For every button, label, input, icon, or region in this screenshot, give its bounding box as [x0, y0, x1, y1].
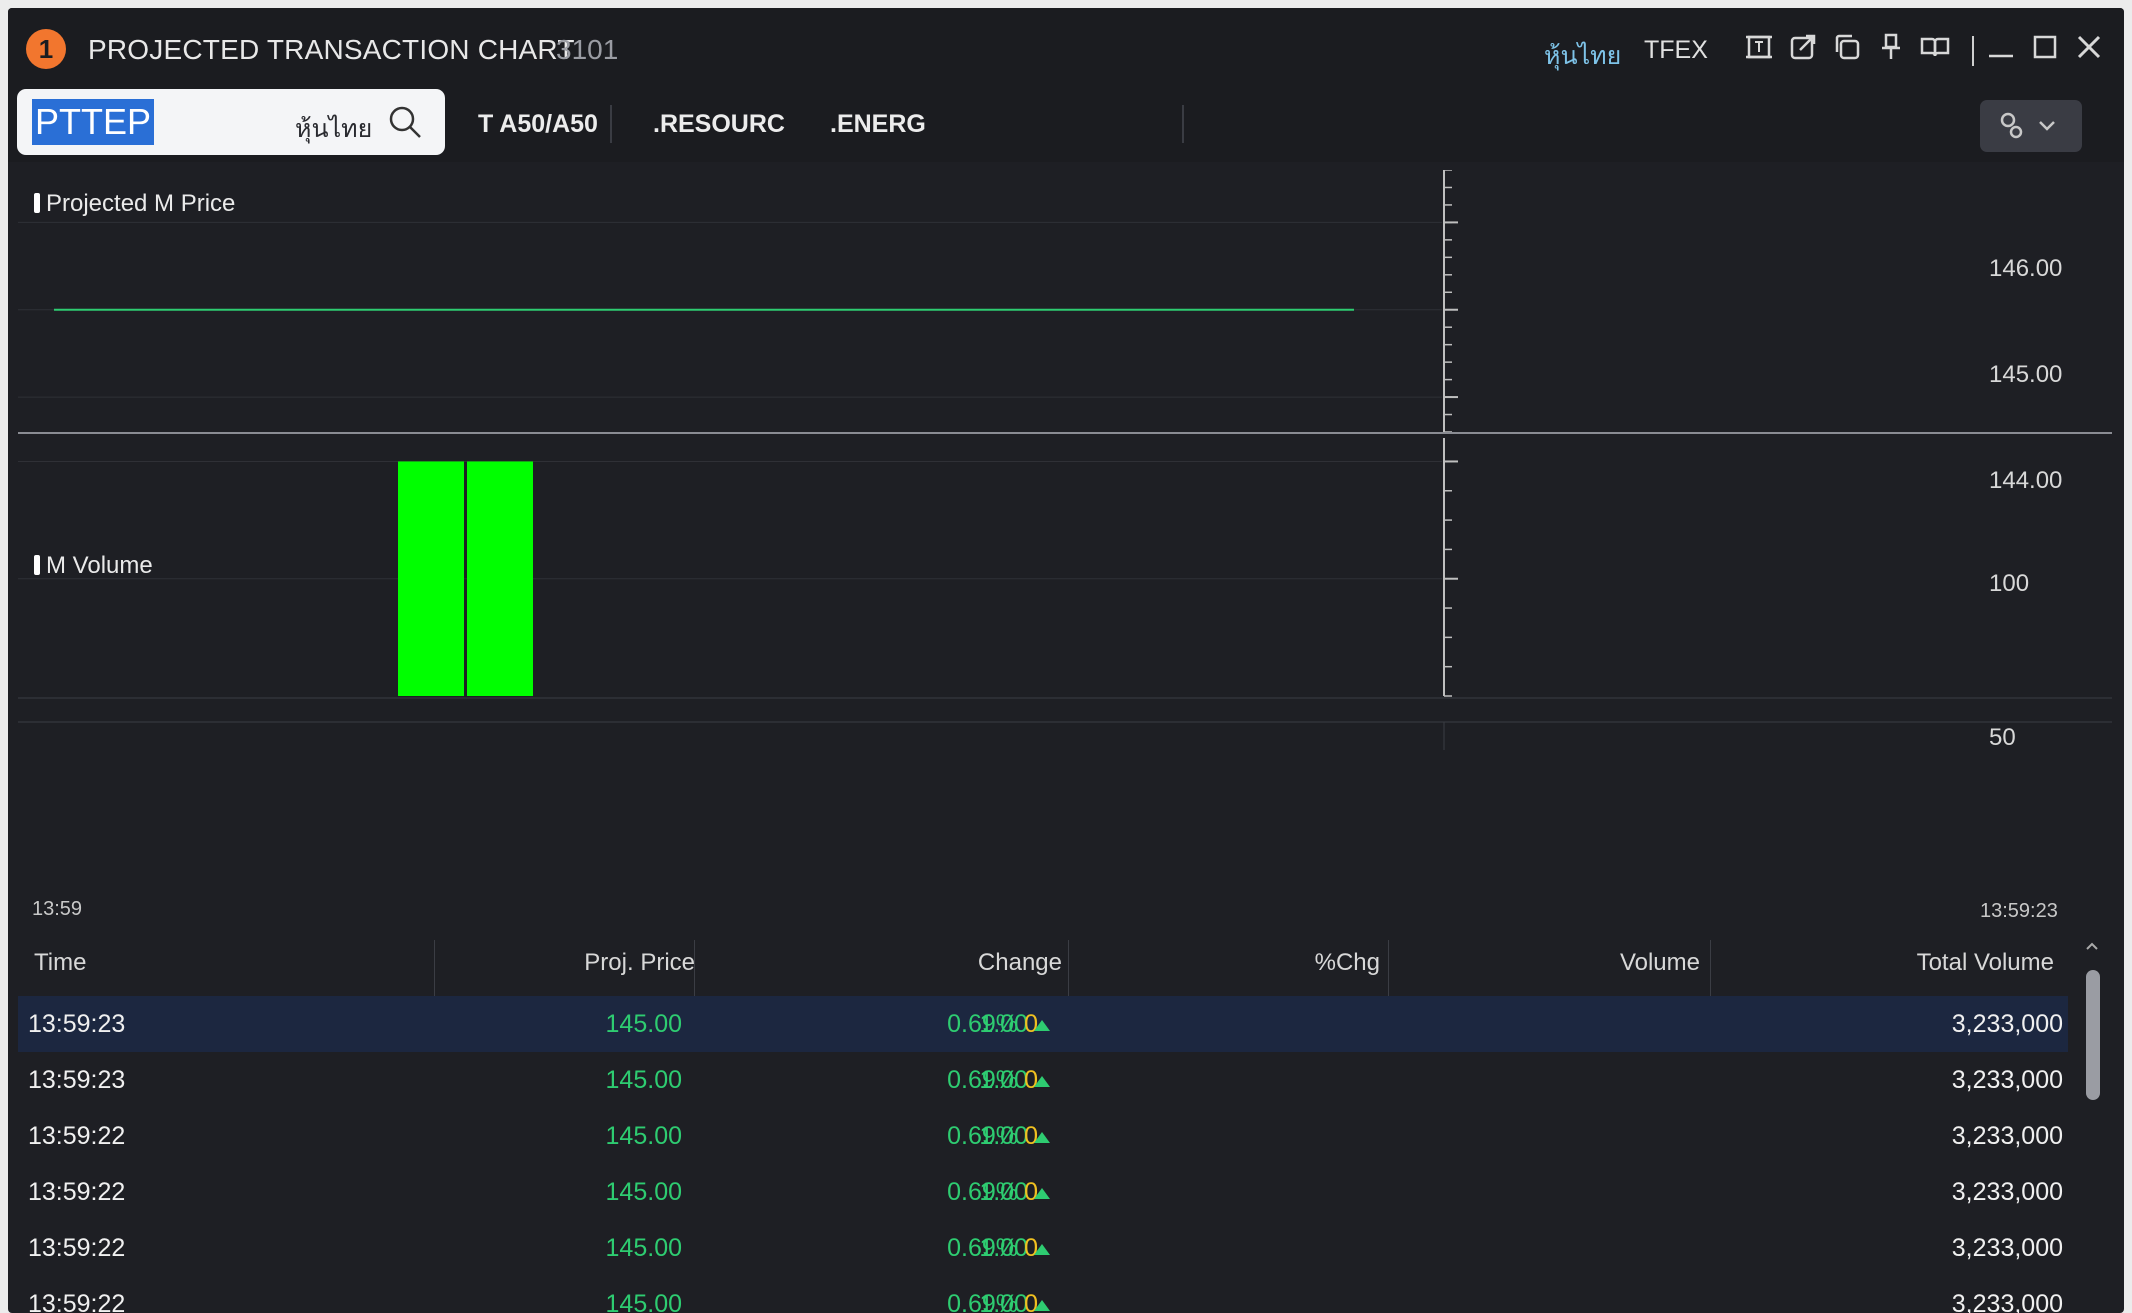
layout-icon[interactable] — [1742, 30, 1776, 64]
maximize-icon[interactable] — [2028, 30, 2062, 64]
table-row[interactable]: 13:59:23 145.00 1.00 0.69% 0 3,233,000 — [18, 996, 2068, 1052]
header-separator — [1388, 940, 1389, 996]
cell-total-volume: 3,233,000 — [1951, 1122, 2063, 1150]
cell-pchg: 0.69% — [947, 1234, 1018, 1262]
table-row[interactable]: 13:59:22 145.00 1.00 0.69% 0 3,233,000 — [18, 1108, 2068, 1164]
cell-total-volume: 3,233,000 — [1951, 1234, 2063, 1262]
cell-pchg: 0.69% — [947, 1010, 1018, 1038]
table-scrollbar[interactable] — [2078, 930, 2106, 1313]
projected-transaction-chart-window: 1 PROJECTED TRANSACTION CHART 3101 หุ้นไ… — [8, 8, 2124, 1313]
close-icon[interactable] — [2072, 30, 2106, 64]
cell-pchg: 0.69% — [947, 1178, 1018, 1206]
window-number-badge: 1 — [26, 29, 66, 69]
up-arrow-icon — [1034, 1020, 1050, 1031]
up-arrow-icon — [1034, 1188, 1050, 1199]
header-separator — [694, 940, 695, 996]
search-toolbar: PTTEP หุ้นไทย T A50/A50 .RESOURC .ENERG — [8, 80, 2124, 162]
x-axis-end-label: 13:59:23 — [1980, 900, 2058, 922]
cell-time: 13:59:22 — [28, 1290, 126, 1313]
window-code: 3101 — [556, 34, 619, 65]
header-pchg[interactable]: %Chg — [1315, 930, 1380, 996]
cell-proj-price: 145.00 — [605, 1010, 682, 1038]
book-icon[interactable] — [1918, 30, 1952, 64]
title-separator — [1972, 36, 1974, 66]
market-thai-stock-tab[interactable]: หุ้นไทย — [1544, 36, 1621, 76]
cell-pchg: 0.69% — [947, 1066, 1018, 1094]
volume-bar — [398, 461, 464, 696]
cell-total-volume: 3,233,000 — [1951, 1178, 2063, 1206]
header-change[interactable]: Change — [978, 930, 1062, 996]
header-volume[interactable]: Volume — [1620, 930, 1700, 996]
table-row[interactable]: 13:59:23 145.00 1.00 0.69% 0 3,233,000 — [18, 1052, 2068, 1108]
up-arrow-icon — [1034, 1132, 1050, 1143]
cell-time: 13:59:23 — [28, 1066, 126, 1094]
cell-pchg: 0.69% — [947, 1290, 1018, 1313]
cell-proj-price: 145.00 — [605, 1234, 682, 1262]
volume-panel-label: M Volume — [34, 552, 153, 580]
minimize-icon[interactable] — [1984, 30, 2018, 64]
title-bar: 1 PROJECTED TRANSACTION CHART 3101 หุ้นไ… — [8, 8, 2124, 80]
cell-proj-price: 145.00 — [605, 1290, 682, 1313]
cell-time: 13:59:22 — [28, 1122, 126, 1150]
scrollbar-thumb[interactable] — [2086, 970, 2100, 1100]
settings-icon — [2000, 112, 2055, 139]
header-separator — [1710, 940, 1711, 996]
volume-tick-label: 100 — [1989, 570, 2030, 597]
quick-link-a50[interactable]: T A50/A50 — [478, 110, 598, 139]
cell-proj-price: 145.00 — [605, 1178, 682, 1206]
charts-svg — [18, 170, 2112, 750]
toolbar-separator — [1182, 105, 1184, 143]
up-arrow-icon — [1034, 1244, 1050, 1255]
table-header: Time Proj. Price Change %Chg Volume Tota… — [18, 930, 2068, 996]
quick-link-separator — [610, 105, 612, 143]
header-time[interactable]: Time — [34, 930, 86, 996]
volume-bar — [467, 461, 533, 696]
search-icon[interactable] — [387, 104, 423, 140]
header-total-volume[interactable]: Total Volume — [1917, 930, 2054, 996]
quick-link-resourc[interactable]: .RESOURC — [653, 110, 785, 139]
cell-total-volume: 3,233,000 — [1951, 1066, 2063, 1094]
header-proj-price[interactable]: Proj. Price — [584, 930, 695, 996]
cell-time: 13:59:22 — [28, 1234, 126, 1262]
x-axis-start-label: 13:59 — [32, 898, 83, 920]
volume-tick-label: 50 — [1989, 724, 2016, 751]
quick-link-energ[interactable]: .ENERG — [830, 110, 926, 139]
search-market-label[interactable]: หุ้นไทย — [295, 109, 372, 149]
up-arrow-icon — [1034, 1300, 1050, 1311]
pin-icon[interactable] — [1874, 30, 1908, 64]
scroll-up-icon[interactable] — [2084, 938, 2100, 954]
popout-icon[interactable] — [1786, 30, 1820, 64]
cell-total-volume: 3,233,000 — [1951, 1290, 2063, 1313]
price-tick-label: 144.00 — [1989, 467, 2063, 494]
settings-dropdown-button[interactable] — [1980, 100, 2082, 152]
price-panel-title: Projected M Price — [46, 190, 236, 217]
symbol-input[interactable]: PTTEP — [32, 99, 155, 145]
transaction-table: Time Proj. Price Change %Chg Volume Tota… — [18, 930, 2068, 1313]
volume-panel-title: M Volume — [46, 552, 153, 579]
price-tick-label: 146.00 — [1989, 255, 2063, 282]
chart-area[interactable]: Projected M Price M Volume 146.00 145.00… — [18, 170, 2112, 930]
header-separator — [1068, 940, 1069, 996]
symbol-search-box[interactable]: PTTEP หุ้นไทย — [17, 89, 445, 155]
cell-time: 13:59:22 — [28, 1178, 126, 1206]
cell-proj-price: 145.00 — [605, 1066, 682, 1094]
price-tick-label: 145.00 — [1989, 361, 2063, 388]
cell-pchg: 0.69% — [947, 1122, 1018, 1150]
cell-proj-price: 145.00 — [605, 1122, 682, 1150]
table-row[interactable]: 13:59:22 145.00 1.00 0.69% 0 3,233,000 — [18, 1164, 2068, 1220]
cell-total-volume: 3,233,000 — [1951, 1010, 2063, 1038]
up-arrow-icon — [1034, 1076, 1050, 1087]
duplicate-icon[interactable] — [1830, 30, 1864, 64]
table-row[interactable]: 13:59:22 145.00 1.00 0.69% 0 3,233,000 — [18, 1276, 2068, 1313]
market-tfex-tab[interactable]: TFEX — [1644, 36, 1708, 65]
table-row[interactable]: 13:59:22 145.00 1.00 0.69% 0 3,233,000 — [18, 1220, 2068, 1276]
header-separator — [434, 940, 435, 996]
window-title: PROJECTED TRANSACTION CHART — [88, 34, 575, 65]
cell-time: 13:59:23 — [28, 1010, 126, 1038]
price-panel-label: Projected M Price — [34, 190, 235, 218]
